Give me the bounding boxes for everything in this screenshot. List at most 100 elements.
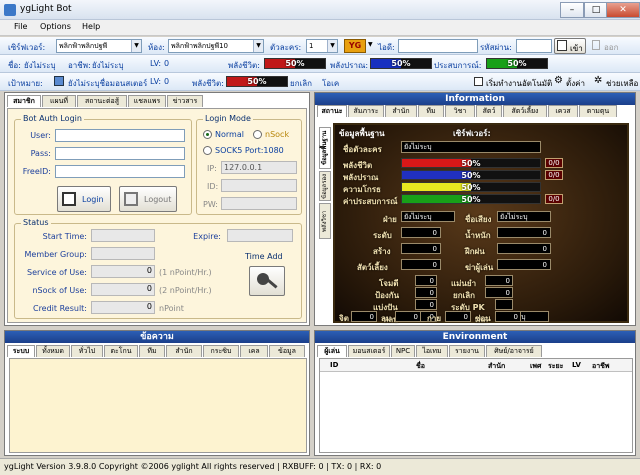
- messages-header: ข้อความ: [5, 331, 309, 343]
- mind-field: 0: [351, 311, 377, 322]
- bot-auth-group: Bot Auth Login User: Pass: FreeID: Login…: [14, 114, 192, 215]
- logout-door-icon: [124, 192, 138, 206]
- login-button[interactable]: เข้า: [554, 38, 586, 54]
- help-button[interactable]: ช่วยเหลือ: [606, 77, 638, 90]
- bot-logout-button[interactable]: Logout: [119, 186, 177, 212]
- tab-news[interactable]: ข่าวสาร: [167, 95, 203, 107]
- wind-field: 0: [395, 311, 421, 322]
- ip-input[interactable]: 127.0.0.1: [221, 161, 297, 174]
- maximize-button[interactable]: □: [584, 2, 608, 18]
- character-select[interactable]: 1 ▼: [306, 39, 338, 53]
- account-tabs: สมาชิก แผนที่ สถานะต่อสู้ แชลแพร ข่าวสาร: [7, 95, 307, 108]
- expire-field: [227, 229, 293, 242]
- credit-unit: nPoint: [159, 304, 184, 313]
- start-auto-button[interactable]: เริ่มทำงานอัตโนมัติ: [486, 77, 552, 90]
- col-sex[interactable]: เพศ: [530, 361, 541, 372]
- stats-server-label: เซิร์ฟเวอร์:: [453, 129, 491, 138]
- login-mode-group: Login Mode Normal nSock SOCK5 Port:1080 …: [196, 114, 302, 215]
- col-name[interactable]: ชื่อ: [416, 361, 425, 372]
- environment-tabs: ผู้เล่น มอนสเตอร์ NPC ไอเทม รายงาน ศิษย์…: [317, 345, 635, 357]
- logout-button[interactable]: ออก: [590, 38, 622, 54]
- password-label: รหัสผ่าน:: [480, 43, 512, 52]
- menu-options[interactable]: Options: [40, 22, 71, 31]
- fame-field: ยังไม่ระบุ: [497, 211, 551, 222]
- tab-pet[interactable]: สัตว์เลี้ยง: [503, 105, 547, 117]
- tab-msg-shout[interactable]: ตะโกน: [104, 345, 138, 357]
- col-guild[interactable]: สำนัก: [488, 361, 505, 372]
- tab-guild[interactable]: สำนัก: [385, 105, 417, 117]
- minimize-button[interactable]: –: [560, 2, 584, 18]
- yg-logo-icon[interactable]: YG: [344, 39, 366, 53]
- tab-env-npc[interactable]: NPC: [391, 345, 415, 357]
- environment-list[interactable]: ID ชื่อ สำนัก เพศ ระยะ LV อาชีพ: [319, 358, 633, 453]
- message-log[interactable]: [9, 358, 307, 453]
- tab-map[interactable]: แผนที่: [42, 95, 76, 107]
- side-tab-basic[interactable]: ข้อมูลพื้นฐาน: [319, 127, 331, 169]
- col-id[interactable]: ID: [330, 361, 338, 369]
- info-tabs: สถานะ สัมภาระ สำนัก ทีม วิชา สัตว์ สัตว์…: [317, 105, 635, 117]
- window-title: ygLight Bot: [20, 4, 72, 14]
- col-distance[interactable]: ระยะ: [548, 361, 563, 372]
- exp-label: ประสบการณ์:: [434, 61, 482, 70]
- tab-msg-guild[interactable]: สำนัก: [166, 345, 202, 357]
- help-icon[interactable]: ✲: [594, 75, 602, 86]
- socks5-radio[interactable]: [203, 146, 212, 155]
- freeid-input[interactable]: [55, 165, 185, 178]
- time-add-button[interactable]: [249, 266, 285, 296]
- menu-file[interactable]: File: [14, 22, 27, 31]
- tab-env-report[interactable]: รายงาน: [449, 345, 485, 357]
- tab-msg-system[interactable]: ระบบ: [7, 345, 35, 357]
- tab-quest[interactable]: เควส: [548, 105, 578, 117]
- settings-button[interactable]: ตั้งค่า: [566, 77, 585, 90]
- settings-icon[interactable]: ⚙: [554, 75, 563, 86]
- tab-env-monsters[interactable]: มอนสเตอร์: [348, 345, 390, 357]
- tab-combat-status[interactable]: สถานะต่อสู้: [77, 95, 127, 107]
- stat-mp-bar: 50%: [401, 170, 541, 180]
- cancel-target-button[interactable]: ยกเลิก: [290, 77, 312, 90]
- tab-animal[interactable]: สัตว์: [476, 105, 502, 117]
- user-label: User:: [30, 131, 51, 140]
- bot-login-button[interactable]: Login: [57, 186, 111, 212]
- proxy-pw-input[interactable]: [221, 197, 297, 210]
- share-field: 0: [415, 299, 437, 310]
- tab-share[interactable]: แชลแพร: [128, 95, 166, 107]
- stat-rage-bar: 50%: [401, 182, 541, 192]
- id-input[interactable]: [398, 39, 478, 53]
- information-panel: Information สถานะ สัมภาระ สำนัก ทีม วิชา…: [314, 92, 636, 326]
- tab-skills[interactable]: วิชา: [445, 105, 475, 117]
- col-lv[interactable]: LV: [572, 361, 581, 369]
- close-button[interactable]: ✕: [606, 2, 640, 18]
- password-input[interactable]: [516, 39, 552, 53]
- tab-msg-info[interactable]: ข้อมูล: [269, 345, 305, 357]
- bot-auth-title: Bot Auth Login: [21, 114, 84, 123]
- tab-msg-team[interactable]: ทีม: [139, 345, 165, 357]
- yg-dropdown-icon[interactable]: ▼: [368, 41, 373, 48]
- room-select[interactable]: พลิกฟ้าพลิกปฐพี10 ▼: [168, 39, 264, 53]
- tab-msg-whisper[interactable]: กระซิบ: [203, 345, 239, 357]
- normal-radio[interactable]: [203, 130, 212, 139]
- tab-status[interactable]: สถานะ: [317, 105, 347, 117]
- server-select[interactable]: พลิกฟ้าพลิกปฐพี ▼: [56, 39, 142, 53]
- tab-msg-general[interactable]: ทั่วไป: [71, 345, 103, 357]
- nsock-radio[interactable]: [253, 130, 262, 139]
- tab-msg-clan[interactable]: เคล: [240, 345, 268, 357]
- tab-env-master[interactable]: ศิษย์/อาจารย์: [486, 345, 542, 357]
- menu-help[interactable]: Help: [82, 22, 100, 31]
- pk-level-field: [495, 299, 513, 310]
- target-icon: [54, 76, 64, 86]
- side-tab-secondary[interactable]: ข้อมูลรอง: [319, 171, 331, 201]
- tab-env-items[interactable]: ไอเทม: [416, 345, 448, 357]
- pass-input[interactable]: [55, 147, 185, 160]
- tab-msg-all[interactable]: ทั้งหมด: [36, 345, 70, 357]
- user-input[interactable]: [55, 129, 185, 142]
- proxy-id-input[interactable]: [221, 179, 297, 192]
- tab-inventory[interactable]: สัมภาระ: [348, 105, 384, 117]
- tab-env-players[interactable]: ผู้เล่น: [317, 345, 347, 357]
- tab-team[interactable]: ทีม: [418, 105, 444, 117]
- stats-panel: ข้อมูลพื้นฐาน เซิร์ฟเวอร์: ชื่อตัวละคร ย…: [333, 123, 629, 324]
- tab-member[interactable]: สมาชิก: [7, 95, 41, 107]
- ok-target-button[interactable]: โอเค: [322, 77, 339, 90]
- col-job[interactable]: อาชีพ: [592, 361, 610, 372]
- side-tab-power[interactable]: พลังวิชา: [319, 203, 331, 239]
- tab-follow[interactable]: ตามตุน: [579, 105, 617, 117]
